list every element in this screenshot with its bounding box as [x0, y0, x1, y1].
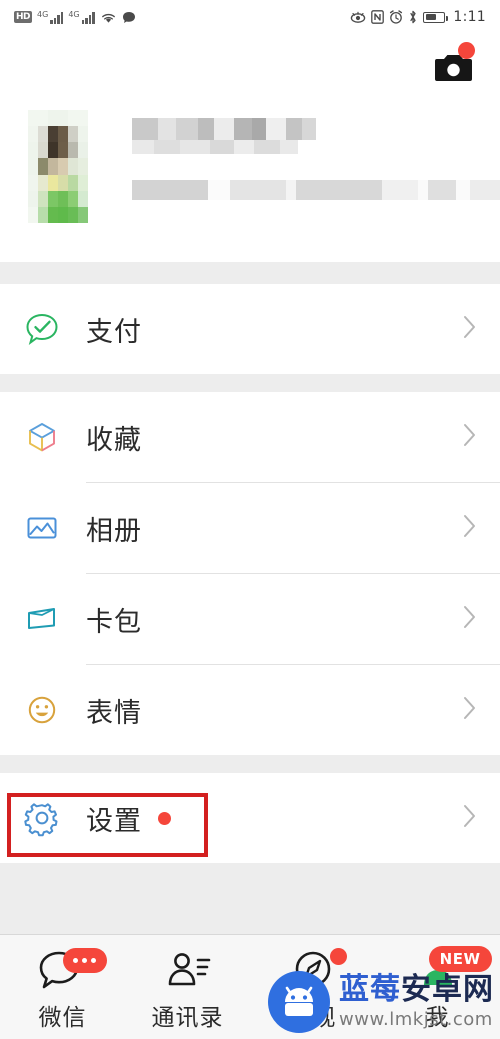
signal-label: 4G — [37, 9, 49, 19]
wifi-icon — [100, 11, 117, 24]
clock-time: 1:11 — [453, 9, 486, 25]
tab-contacts[interactable]: 通讯录 — [125, 934, 250, 1039]
profile-name-shadow — [132, 140, 500, 154]
cards-wallet-icon — [20, 597, 64, 641]
sticker-smiley-icon — [20, 688, 64, 732]
watermark-brand-blue: 蓝莓 — [339, 972, 401, 1007]
chevron-right-icon — [462, 313, 478, 345]
me-new-badge: NEW — [428, 946, 492, 972]
chat-bubble-icon — [37, 948, 107, 994]
watermark-brand-dark: 安卓网 — [401, 972, 494, 1007]
profile-header[interactable] — [0, 96, 500, 262]
chevron-right-icon — [462, 512, 478, 544]
settings-gear-icon — [20, 796, 64, 840]
menu-item-label: 表情 — [86, 697, 142, 729]
header-bar — [0, 34, 500, 96]
site-watermark: 蓝莓安卓网 www.lmkjst.com — [268, 971, 494, 1033]
camera-button[interactable] — [435, 42, 477, 82]
menu-item-cards[interactable]: 卡包 — [0, 574, 500, 664]
menu-group-content: 收藏 相册 卡包 表情 — [0, 392, 500, 755]
tab-wechat[interactable]: 微信 — [0, 934, 125, 1039]
bluetooth-icon — [408, 10, 418, 24]
wechat-unread-badge — [62, 948, 107, 973]
menu-item-label: 相册 — [86, 515, 142, 547]
menu-item-album[interactable]: 相册 — [0, 483, 500, 573]
tab-label: 微信 — [38, 1005, 87, 1031]
menu-item-label: 设置 — [86, 805, 142, 837]
signal-label-2: 4G — [68, 9, 80, 19]
android-robot-logo — [268, 971, 330, 1033]
menu-item-stickers[interactable]: 表情 — [0, 665, 500, 755]
avatar[interactable] — [28, 110, 88, 223]
settings-notification-dot — [158, 811, 171, 825]
profile-name — [132, 118, 500, 140]
eye-care-icon — [350, 11, 366, 24]
signal-4g-icon: 4G — [37, 9, 64, 24]
menu-item-favorites[interactable]: 收藏 — [0, 392, 500, 482]
menu-item-settings[interactable]: 设置 — [0, 773, 500, 863]
menu-item-label: 收藏 — [86, 424, 142, 456]
menu-item-label: 卡包 — [86, 606, 142, 638]
alarm-clock-icon — [389, 10, 403, 24]
group-separator — [0, 262, 500, 284]
tab-label: 通讯录 — [151, 1005, 224, 1031]
status-bar-right: 1:11 — [350, 9, 486, 25]
album-photo-icon — [20, 506, 64, 550]
watermark-text: 蓝莓安卓网 www.lmkjst.com — [339, 975, 494, 1029]
pay-icon — [20, 307, 64, 351]
status-bar: HD 4G 4G 1:11 — [0, 0, 500, 34]
battery-icon — [423, 11, 448, 23]
signal-4g-icon-2: 4G — [68, 9, 95, 24]
menu-item-pay[interactable]: 支付 — [0, 284, 500, 374]
menu-group-settings: 设置 — [0, 773, 500, 863]
contacts-icon — [162, 948, 214, 994]
menu-group-payment: 支付 — [0, 284, 500, 374]
group-separator-3 — [0, 755, 500, 773]
chevron-right-icon — [462, 802, 478, 834]
chevron-right-icon — [462, 694, 478, 726]
chevron-right-icon — [462, 603, 478, 635]
menu-item-label: 支付 — [86, 316, 142, 348]
chat-bubble-icon — [122, 11, 136, 24]
nfc-icon — [371, 10, 385, 24]
status-bar-left: HD 4G 4G — [14, 9, 136, 24]
group-separator-2 — [0, 374, 500, 392]
discover-notification-dot — [329, 948, 347, 965]
hd-badge: HD — [14, 11, 33, 23]
profile-text-block — [132, 118, 500, 200]
profile-subtitle — [132, 180, 500, 200]
favorites-box-icon — [20, 415, 64, 459]
chevron-right-icon — [462, 421, 478, 453]
camera-notification-dot — [458, 42, 475, 59]
watermark-url: www.lmkjst.com — [339, 1009, 493, 1030]
